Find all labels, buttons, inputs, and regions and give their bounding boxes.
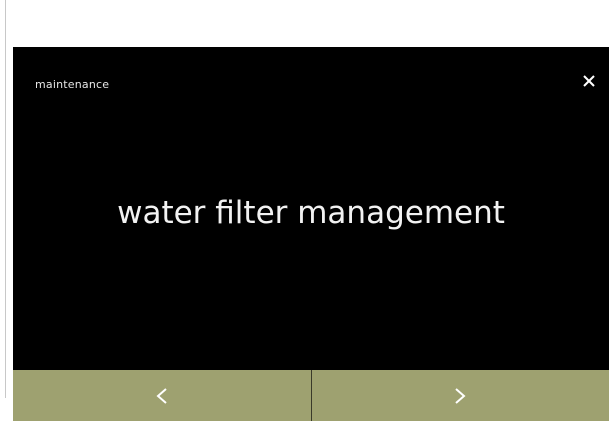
close-button[interactable] xyxy=(575,67,603,95)
page: maintenance water filter management xyxy=(0,0,609,421)
chevron-right-icon xyxy=(453,387,467,405)
previous-button[interactable] xyxy=(13,370,311,421)
next-button[interactable] xyxy=(312,370,609,421)
close-icon xyxy=(582,74,596,88)
navigation-bar xyxy=(13,370,609,421)
device-screen: maintenance water filter management xyxy=(13,47,609,421)
header-title: maintenance xyxy=(35,78,110,91)
chevron-left-icon xyxy=(155,387,169,405)
left-border-line xyxy=(5,0,6,398)
menu-item-label[interactable]: water filter management xyxy=(13,195,609,231)
